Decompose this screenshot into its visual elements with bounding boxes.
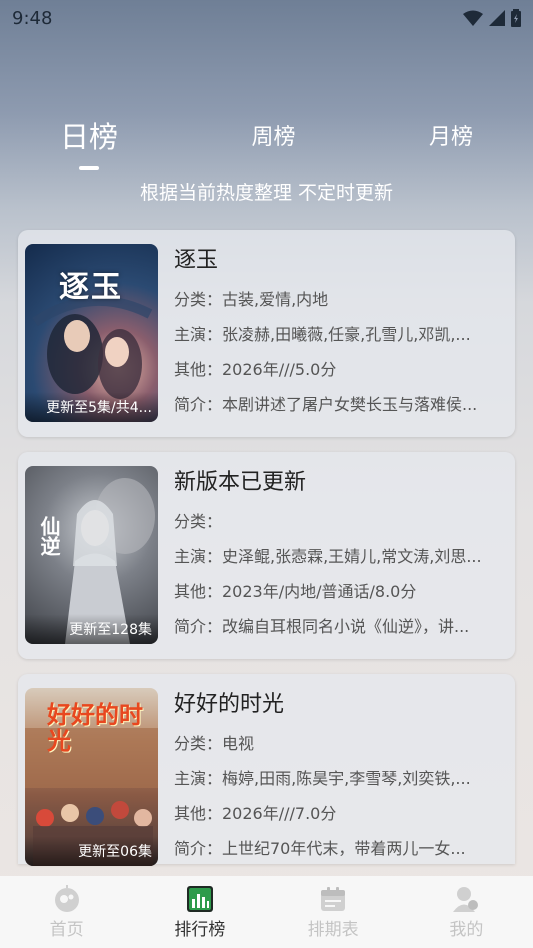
wifi-icon <box>463 10 483 26</box>
ranking-tabs: 日榜 周榜 月榜 <box>0 110 533 170</box>
list-item[interactable]: 逐玉 更新至5集/共4... 逐玉 分类：古装,爱情,内地 主演：张凌赫,田曦薇… <box>18 230 515 437</box>
nav-profile-label: 我的 <box>449 919 484 940</box>
signal-icon <box>489 10 505 26</box>
status-icons <box>463 9 521 27</box>
item-info: 新版本已更新 分类： 主演：史泽鲲,张悫霖,王婧儿,常文涛,刘思... 其他：2… <box>174 466 508 644</box>
nav-home[interactable]: 首页 <box>17 884 117 940</box>
item-title: 好好的时光 <box>174 692 285 717</box>
item-intro: 简介：本剧讲述了屠户女樊长玉与落难侯... <box>174 395 478 414</box>
status-bar: 9:48 <box>0 0 533 36</box>
episode-badge: 更新至06集 <box>25 836 158 866</box>
tab-daily[interactable]: 日榜 <box>60 114 119 170</box>
tab-daily-label: 日榜 <box>60 120 119 154</box>
item-category: 分类： <box>174 512 223 531</box>
item-cast: 主演：张凌赫,田曦薇,任豪,孔雪儿,邓凯,... <box>174 325 471 344</box>
nav-home-label: 首页 <box>49 919 84 940</box>
ranking-list: 逐玉 更新至5集/共4... 逐玉 分类：古装,爱情,内地 主演：张凌赫,田曦薇… <box>18 230 515 879</box>
poster-image: 好好的时光 更新至06集 <box>25 688 158 866</box>
poster-image: 逐玉 更新至5集/共4... <box>25 244 158 422</box>
item-other: 其他：2023年/内地/普通话/8.0分 <box>174 582 417 601</box>
item-cast: 主演：梅婷,田雨,陈昊宇,李雪琴,刘奕铁,... <box>174 769 471 788</box>
item-intro: 简介：改编自耳根同名小说《仙逆》，讲... <box>174 617 470 636</box>
item-title: 逐玉 <box>174 248 219 273</box>
item-info: 好好的时光 分类：电视 主演：梅婷,田雨,陈昊宇,李雪琴,刘奕铁,... 其他：… <box>174 688 508 866</box>
nav-schedule[interactable]: 排期表 <box>283 885 383 940</box>
poster-title: 逐玉 <box>59 270 123 305</box>
tab-active-indicator <box>79 166 99 170</box>
item-title: 新版本已更新 <box>174 470 307 495</box>
profile-icon <box>453 886 479 912</box>
ranking-subtitle: 根据当前热度整理 不定时更新 <box>139 182 394 204</box>
poster-title: 仙逆 <box>37 516 61 556</box>
bottom-nav: 首页 排行榜 排期表 我的 <box>0 876 533 948</box>
item-intro: 简介：上世纪70年代末，带着两儿一女... <box>174 839 466 858</box>
item-category: 分类：古装,爱情,内地 <box>174 290 329 309</box>
list-item[interactable]: 仙逆 更新至128集 新版本已更新 分类： 主演：史泽鲲,张悫霖,王婧儿,常文涛… <box>18 452 515 659</box>
episode-badge: 更新至128集 <box>25 614 158 644</box>
battery-icon <box>511 9 521 27</box>
tab-weekly-label: 周榜 <box>251 125 296 150</box>
poster-image: 仙逆 更新至128集 <box>25 466 158 644</box>
nav-profile[interactable]: 我的 <box>416 885 516 940</box>
nav-ranking-label: 排行榜 <box>174 919 226 940</box>
tab-monthly-label: 月榜 <box>428 125 473 150</box>
tab-monthly[interactable]: 月榜 <box>429 119 473 151</box>
calendar-icon <box>321 886 346 911</box>
tab-weekly[interactable]: 周榜 <box>251 119 295 151</box>
nav-schedule-label: 排期表 <box>307 919 359 940</box>
item-info: 逐玉 分类：古装,爱情,内地 主演：张凌赫,田曦薇,任豪,孔雪儿,邓凯,... … <box>174 244 508 422</box>
home-icon <box>54 884 79 912</box>
item-other: 其他：2026年///5.0分 <box>174 360 337 379</box>
item-cast: 主演：史泽鲲,张悫霖,王婧儿,常文涛,刘思... <box>174 547 482 566</box>
status-time: 9:48 <box>12 7 53 29</box>
item-other: 其他：2026年///7.0分 <box>174 804 337 823</box>
nav-ranking[interactable]: 排行榜 <box>150 885 250 940</box>
list-item[interactable]: 好好的时光 更新至06集 好好的时光 分类：电视 主演：梅婷,田雨,陈昊宇,李雪… <box>18 674 515 866</box>
item-category: 分类：电视 <box>174 734 255 753</box>
poster-title: 好好的时光 <box>47 700 143 755</box>
episode-badge: 更新至5集/共4... <box>25 392 158 422</box>
ranking-icon <box>186 885 213 912</box>
